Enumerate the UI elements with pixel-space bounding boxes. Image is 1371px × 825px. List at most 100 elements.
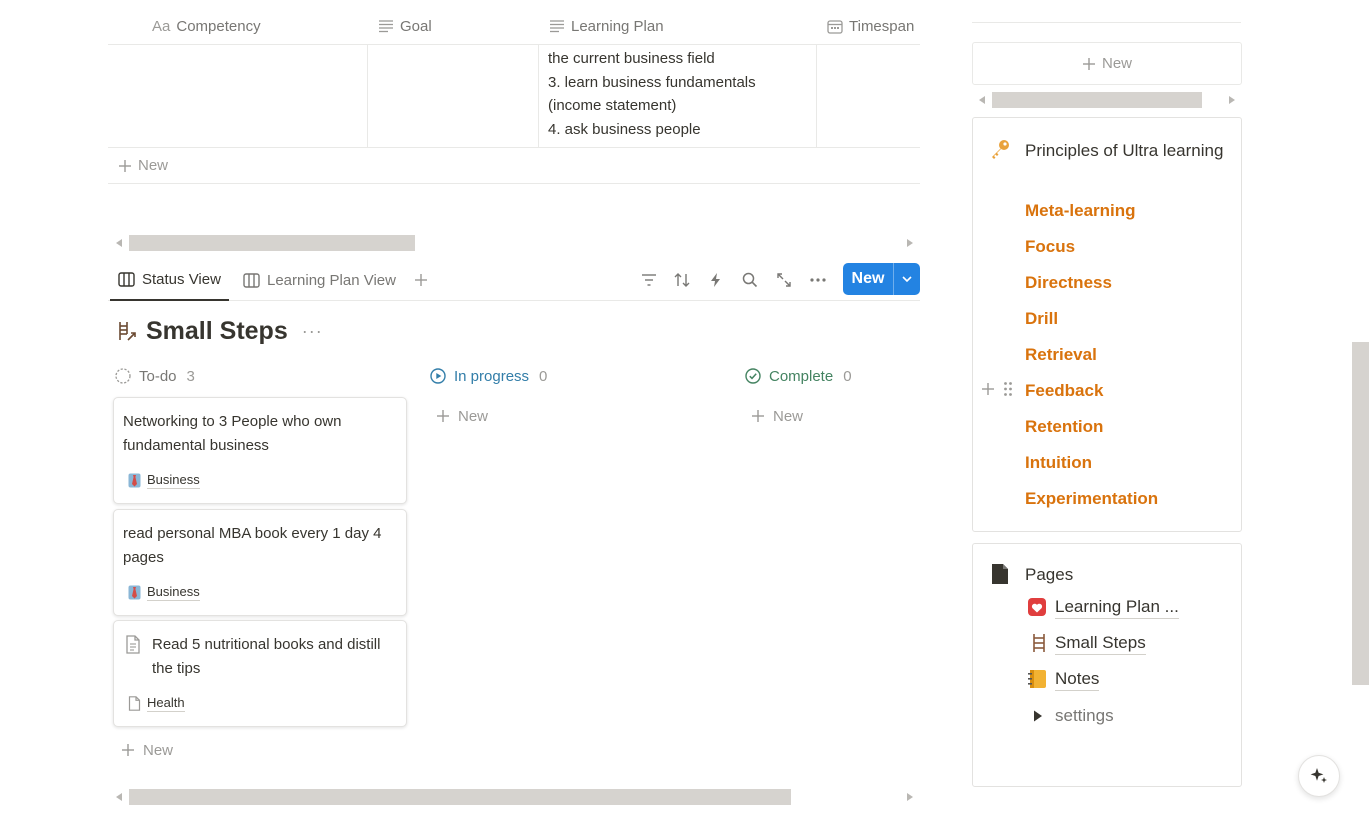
sparkle-icon <box>1310 768 1327 783</box>
card-title: Read 5 nutritional books and distill the… <box>152 636 381 677</box>
column-header-learning-plan[interactable]: Learning Plan <box>549 8 664 44</box>
principle-link[interactable]: Drill <box>1025 309 1058 329</box>
play-circle-icon <box>430 368 446 384</box>
scroll-left-arrow[interactable] <box>116 793 122 801</box>
cell-divider <box>816 45 817 148</box>
todo-new-button[interactable]: New <box>121 739 173 761</box>
page-vertical-scrollbar-thumb[interactable] <box>1352 342 1369 685</box>
pages-callout: Pages Learning Plan ... Small Steps Note… <box>972 543 1242 787</box>
principle-link[interactable]: Retention <box>1025 417 1103 437</box>
column-header-timespan[interactable]: Timespan <box>827 8 914 44</box>
column-header-goal[interactable]: Goal <box>378 8 432 44</box>
tab-status-view[interactable]: Status View <box>110 260 229 301</box>
plan-line: 3. learn business fundamentals <box>548 73 756 91</box>
page-link-notes[interactable]: Notes <box>1027 667 1100 691</box>
principle-link[interactable]: Directness <box>1025 273 1112 293</box>
principle-link[interactable]: Focus <box>1025 237 1075 257</box>
board-horizontal-scrollbar[interactable] <box>116 789 913 805</box>
card-title: Networking to 3 People who own fundament… <box>123 413 342 454</box>
column-header-complete[interactable]: Complete 0 <box>745 365 852 387</box>
card-tag[interactable]: Business <box>128 472 200 489</box>
column-count: 0 <box>843 367 852 385</box>
expand-button[interactable] <box>771 267 797 293</box>
ladder-icon <box>1033 634 1045 652</box>
lines-icon <box>379 20 393 33</box>
tie-icon <box>128 585 141 600</box>
board-card[interactable]: Read 5 nutritional books and distill the… <box>113 620 407 727</box>
board-title-text[interactable]: Small Steps <box>146 317 288 346</box>
table-horizontal-scrollbar[interactable] <box>116 235 913 251</box>
principle-link[interactable]: Retrieval <box>1025 345 1097 365</box>
lines-icon <box>550 20 564 33</box>
principles-title[interactable]: Principles of Ultra learning <box>1025 137 1225 164</box>
more-options-button[interactable] <box>805 267 831 293</box>
plan-line: (income statement) <box>548 97 677 114</box>
plus-icon <box>415 274 427 286</box>
plus-icon <box>752 410 764 422</box>
column-header-in-progress[interactable]: In progress 0 <box>430 365 547 387</box>
board-card[interactable]: Networking to 3 People who own fundament… <box>113 397 407 504</box>
toggle-label: settings <box>1055 706 1114 725</box>
scroll-right-arrow[interactable] <box>907 793 913 801</box>
principle-link[interactable]: Feedback <box>1025 381 1103 401</box>
triangle-right-icon[interactable] <box>1033 710 1043 722</box>
lightning-icon <box>711 273 720 287</box>
sidebar-new-button[interactable]: New <box>972 42 1242 85</box>
filter-button[interactable] <box>636 267 662 293</box>
scroll-right-arrow[interactable] <box>907 239 913 247</box>
new-button-label[interactable]: New <box>843 263 893 295</box>
page-link-label: Small Steps <box>1055 632 1146 655</box>
add-view-button[interactable] <box>406 260 436 300</box>
scrollbar-thumb[interactable] <box>129 789 791 805</box>
scroll-left-arrow[interactable] <box>116 239 122 247</box>
scroll-right-arrow[interactable] <box>1229 96 1235 104</box>
board-card[interactable]: read personal MBA book every 1 day 4 pag… <box>113 509 407 616</box>
sort-button[interactable] <box>669 267 695 293</box>
column-header-competency[interactable]: Aa Competency <box>152 8 261 44</box>
expand-icon <box>777 273 791 287</box>
card-tag[interactable]: Business <box>128 584 200 601</box>
learning-plan-cell[interactable]: the current business field 3. learn busi… <box>548 47 816 141</box>
drag-handle-icon[interactable] <box>1003 381 1013 397</box>
in-progress-new-button[interactable]: New <box>436 405 488 427</box>
ai-assistant-button[interactable] <box>1298 755 1340 797</box>
tab-learning-plan-view[interactable]: Learning Plan View <box>235 260 404 300</box>
page-link-learning-plan[interactable]: Learning Plan ... <box>1027 595 1179 619</box>
scrollbar-thumb[interactable] <box>129 235 415 251</box>
column-header-label: Timespan <box>849 17 915 35</box>
principle-link[interactable]: Intuition <box>1025 453 1092 473</box>
pages-title: Pages <box>1025 565 1074 584</box>
sidebar-horizontal-scrollbar[interactable] <box>979 92 1235 108</box>
scroll-left-arrow[interactable] <box>979 96 985 104</box>
plus-icon[interactable] <box>981 382 995 396</box>
automation-button[interactable] <box>703 267 729 293</box>
plus-icon <box>122 744 134 756</box>
block-handle[interactable] <box>981 381 1013 397</box>
principle-link[interactable]: Meta-learning <box>1025 201 1136 221</box>
new-dropdown-button[interactable] <box>893 263 920 295</box>
column-label: To-do <box>139 367 177 385</box>
board-more-button[interactable]: ··· <box>302 321 323 342</box>
table-row[interactable]: the current business field 3. learn busi… <box>108 45 920 148</box>
plan-line: 4. ask business people <box>548 120 701 138</box>
new-label: New <box>138 157 169 174</box>
card-tag[interactable]: Health <box>128 695 185 712</box>
search-button[interactable] <box>737 267 763 293</box>
column-header-todo[interactable]: To-do 3 <box>115 365 195 387</box>
settings-toggle[interactable]: settings <box>1033 704 1114 728</box>
calendar-icon <box>827 19 843 34</box>
new-item-button[interactable]: New <box>843 263 920 295</box>
scrollbar-thumb[interactable] <box>992 92 1202 108</box>
board-icon <box>243 272 260 288</box>
column-header-label: Learning Plan <box>571 17 664 35</box>
page-link-small-steps[interactable]: Small Steps <box>1031 631 1146 655</box>
principle-link[interactable]: Experimentation <box>1025 489 1158 509</box>
filter-icon <box>642 274 656 286</box>
check-circle-icon <box>745 368 761 384</box>
plus-icon <box>119 159 131 172</box>
cell-divider <box>538 45 539 148</box>
page-icon <box>128 696 141 711</box>
sort-icon <box>674 273 690 287</box>
table-new-row-button[interactable]: New <box>108 148 920 184</box>
complete-new-button[interactable]: New <box>751 405 803 427</box>
